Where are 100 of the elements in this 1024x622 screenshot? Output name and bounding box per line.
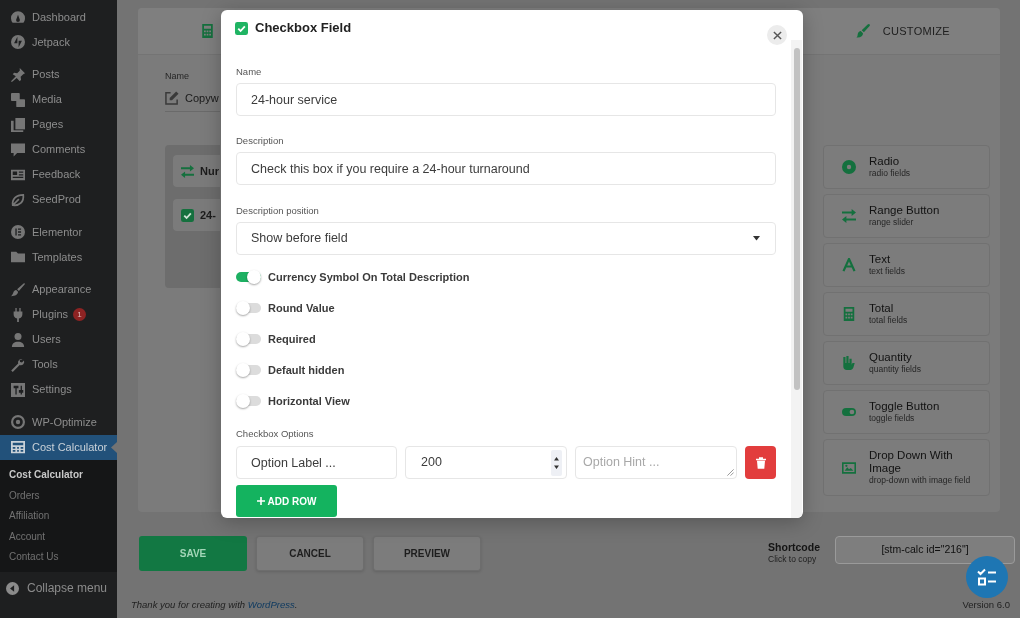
plug-icon [11,307,25,322]
dropdown-select[interactable]: Show before field [236,222,776,255]
shortcode-field[interactable]: [stm-calc id="216"] [835,536,1015,564]
toggle-switch[interactable] [236,270,261,284]
delete-button[interactable] [745,446,776,479]
checkbox-icon [235,21,248,35]
sidebar-menu-item[interactable]: Comments [0,137,117,162]
name-input[interactable]: Copyw [165,85,220,112]
cancel-button[interactable]: CANCEL [256,536,364,571]
sidebar-menu-item[interactable]: Cost Calculator [0,434,117,460]
field-type-card[interactable]: Quantity quantity fields [823,341,990,385]
field-type-card[interactable]: Range Button range slider [823,194,990,238]
stepper-arrows-icon[interactable] [551,449,562,476]
sidebar-menu-item[interactable]: Tools [0,352,117,377]
sidebar-menu-item[interactable]: Settings [0,377,117,402]
field-type-description: toggle fields [869,413,916,424]
sidebar-menu-item[interactable]: Feedback [0,162,117,187]
calculator-icon[interactable] [202,24,213,38]
field-type-card[interactable]: Text text fields [823,243,990,287]
shortcode-title: Shortcode [768,541,820,554]
option-hint-textarea[interactable]: Option Hint ... [575,446,737,479]
scrollbar[interactable] [791,40,802,518]
calculator-icon [11,440,25,454]
dialog-title: Checkbox Field [255,19,352,38]
sidebar-menu-item[interactable]: Media [0,87,117,112]
field-type-description: range slider [869,217,915,228]
footer-credit: Thank you for creating with WordPress. [131,599,298,611]
field-type-title: Radio [869,155,901,168]
gauge-icon [11,10,25,24]
preview-button[interactable]: PREVIEW [373,536,481,571]
wrench-icon [11,357,25,372]
field-type-title: Quantity [869,351,913,364]
customize-tab[interactable]: CUSTOMIZE [855,22,950,40]
checklist-button[interactable] [966,556,1008,598]
field-type-description: quantity fields [869,364,921,375]
calculator-icon [842,307,856,321]
sliders-icon [11,382,25,397]
scrollbar-thumb[interactable] [794,48,800,390]
field-type-title: Toggle Button [869,400,940,413]
field-type-card[interactable]: Radio radio fields [823,145,990,189]
exchange-arrows-icon [842,209,856,223]
submenu-item[interactable]: Account [9,526,46,547]
image-icon [842,460,856,475]
field-label: Description [236,135,285,147]
field-list-item[interactable]: 24- [173,199,220,231]
save-button[interactable]: SAVE [139,536,247,571]
submenu-item[interactable]: Cost Calculator [9,464,83,485]
sidebar-menu-item[interactable]: WP-Optimize [0,409,117,435]
field-label: Checkbox Options [236,428,315,440]
sidebar-menu-item[interactable]: Elementor [0,219,117,245]
sidebar-menu-item[interactable]: SeedProd [0,187,117,212]
close-button[interactable] [767,25,787,45]
toggle-switch[interactable] [236,394,261,408]
sidebar-menu-item[interactable]: Pages [0,112,117,137]
submenu-item[interactable]: Affiliation [9,505,50,526]
sidebar-menu-item[interactable]: Templates [0,244,117,270]
speech-bubble-icon [11,142,25,157]
pin-icon [11,67,25,82]
collapse-menu-button[interactable]: Collapse menu [6,572,108,604]
option-label-input[interactable]: Option Label ... [236,446,397,479]
edit-icon [165,91,179,105]
field-list-item[interactable]: Nur [173,155,220,187]
toggle-label: Currency Symbol On Total Description [268,269,470,285]
field-type-title: Text [869,253,892,266]
field-label: Name [236,66,263,78]
add-row-button[interactable]: ADD ROW [236,485,337,517]
checklist-icon [977,568,997,586]
field-label: Description position [236,205,320,217]
sidebar-menu-item[interactable]: Plugins 1 [0,302,117,327]
current-pointer-icon [111,441,117,453]
field-type-description: total fields [869,315,908,326]
sidebar-menu-item[interactable]: Jetpack [0,29,117,55]
field-type-description: text fields [869,266,905,277]
toggle-switch[interactable] [236,363,261,377]
price-input[interactable]: 200 [405,446,567,479]
field-label: Name [165,71,190,82]
sidebar-menu-item[interactable]: Users [0,327,117,352]
toggle-switch[interactable] [236,301,261,315]
submenu-item[interactable]: Contact Us [9,546,59,567]
field-type-card[interactable]: Total total fields [823,292,990,336]
resize-handle-icon[interactable] [727,469,734,476]
sidebar-menu-item[interactable]: Appearance [0,277,117,302]
submenu-item[interactable]: Orders [9,485,40,506]
field-type-title: Range Button [869,204,940,217]
sidebar-menu-item[interactable]: Dashboard [0,4,117,30]
name-input[interactable]: 24-hour service [236,83,776,116]
toggle-switch[interactable] [236,332,261,346]
stacked-squares-icon [11,92,25,107]
field-type-card[interactable]: Toggle Button toggle fields [823,390,990,434]
field-type-title: Total [869,302,895,315]
toggle-icon [842,405,856,419]
trash-icon [755,456,766,469]
description-input[interactable]: Check this box if you require a 24-hour turnaround [236,152,776,185]
field-type-card[interactable]: Drop Down With Image drop-down with image field [823,439,990,496]
shortcode-hint: Click to copy [768,554,818,565]
folder-icon [11,250,25,264]
documents-icon [11,117,25,132]
sidebar-menu-item[interactable]: Posts [0,62,117,87]
user-icon [11,332,25,347]
toggle-label: Round Value [268,300,335,316]
